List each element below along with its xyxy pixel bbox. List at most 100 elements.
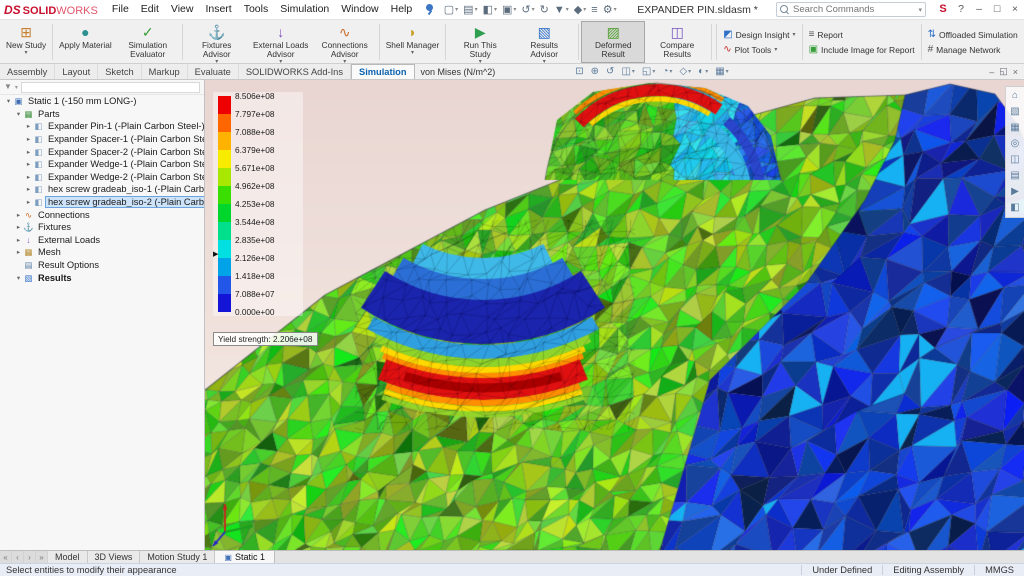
menu-insert[interactable]: Insert [199,0,237,19]
ribbon-deformed-result-button[interactable]: ▨Deformed Result [581,21,645,63]
ribbon-new-study-button[interactable]: ⊞New Study▾ [2,21,50,63]
ribbon-include-image-for-report-button[interactable]: ▣Include Image for Report [809,43,915,56]
expand-arrow-icon: ▸ [24,160,33,168]
ribbon-design-insight-button[interactable]: ◩Design Insight▾ [723,28,795,41]
tab-markup[interactable]: Markup [142,64,188,79]
tab-solidworks-add-ins[interactable]: SOLIDWORKS Add-Ins [239,64,351,79]
ribbon-shell-manager-button[interactable]: ◗Shell Manager▾ [382,21,444,63]
tree-filter-input[interactable] [21,82,200,93]
tab-scroll-end-icon[interactable]: » [36,551,48,563]
workspace-tab-motion-study-1[interactable]: Motion Study 1 [140,551,215,563]
viewport-canvas[interactable] [205,80,1024,550]
tree-item-expander-wedge-1-plain-carbon-steel[interactable]: ▸◧Expander Wedge-1 (-Plain Carbon Steel-… [0,158,204,171]
menu-tools[interactable]: Tools [238,0,275,19]
tree-item-expander-spacer-2-plain-carbon-steel[interactable]: ▸◧Expander Spacer-2 (-Plain Carbon Steel… [0,145,204,158]
tab-layout[interactable]: Layout [55,64,98,79]
menu-edit[interactable]: Edit [135,0,165,19]
file-properties-icon-button[interactable]: ≡ [589,4,600,16]
compare-view-icon[interactable]: ◧ [1010,203,1019,213]
previous-view-icon-button[interactable]: ↺ [606,66,614,77]
redo-icon-button[interactable]: ↻ [537,3,551,16]
tree-item-connections[interactable]: ▸∿Connections [0,208,204,221]
tab-simulation[interactable]: Simulation [351,64,415,79]
tree-item-fixtures[interactable]: ▸⚓Fixtures [0,221,204,234]
tab-sketch[interactable]: Sketch [98,64,141,79]
new-file-icon-button[interactable]: ▢▾ [441,3,460,16]
workspace-tab-3d-views[interactable]: 3D Views [88,551,141,563]
ribbon-connections-advisor-button[interactable]: ∿Connections Advisor▾ [313,21,377,63]
options-icon-button[interactable]: ⚙▾ [600,3,619,16]
animate-results-icon[interactable]: ▶ [1011,187,1019,197]
maximize-icon[interactable]: □ [988,0,1006,19]
tree-item-parts[interactable]: ▾▦Parts [0,108,204,121]
chart-options-icon[interactable]: ▤ [1010,171,1019,181]
ribbon-plot-tools-button[interactable]: ∿Plot Tools▾ [723,43,795,56]
tree-item-external-loads[interactable]: ▸↓External Loads [0,234,204,247]
pin-menu-icon[interactable] [423,3,436,16]
display-style-icon-button[interactable]: ◔▾ [662,66,672,77]
stress-legend[interactable]: 8.506e+087.797e+087.088e+086.379e+085.67… [213,92,303,316]
select-icon-button[interactable]: ▼▾ [551,4,571,16]
rebuild-icon-button[interactable]: ◆▾ [571,3,588,16]
tree-item-static-1-150-mm-long[interactable]: ▾▣Static 1 (-150 mm LONG-) [0,95,204,108]
help-icon[interactable]: ? [952,0,970,19]
undo-icon-button[interactable]: ↺▾ [519,3,537,16]
search-box[interactable]: ▾ [776,2,926,17]
isolate-icon[interactable]: ▧ [1010,107,1019,117]
pane-minimize-icon[interactable]: – [989,67,994,77]
tab-assembly[interactable]: Assembly [0,64,55,79]
tab-scroll-left-icon[interactable]: ‹ [12,551,24,563]
section-clipping-icon[interactable]: ◫ [1010,155,1019,165]
filter-dropdown-icon[interactable]: ▾ [15,84,18,91]
search-dropdown-icon[interactable]: ▾ [918,6,922,14]
tree-item-expander-wedge-2-plain-carbon-steel[interactable]: ▸◧Expander Wedge-2 (-Plain Carbon Steel-… [0,171,204,184]
solidworks-resources-icon[interactable]: S [934,0,952,19]
tree-item-mesh[interactable]: ▸▦Mesh [0,246,204,259]
tab-scroll-right-icon[interactable]: › [24,551,36,563]
ribbon-fixtures-advisor-button[interactable]: ⚓Fixtures Advisor▾ [185,21,249,63]
zoom-fit-icon-button[interactable]: ⊡ [575,66,583,77]
ribbon-external-loads-advisor-button[interactable]: ↓External Loads Advisor▾ [249,21,313,63]
ribbon-results-advisor-button[interactable]: ▧Results Advisor▾ [512,21,576,63]
ribbon-offloaded-simulation-button[interactable]: ⇅Offloaded Simulation [928,28,1018,41]
probe-icon[interactable]: ◎ [1011,139,1020,149]
menu-file[interactable]: File [106,0,135,19]
pane-restore-icon[interactable]: ◱ [999,66,1008,77]
menu-help[interactable]: Help [385,0,419,19]
hide-show-icon-button[interactable]: ◇▾ [679,66,691,77]
ribbon-report-button[interactable]: ≡Report [809,28,915,41]
tree-item-expander-pin-1-plain-carbon-steel[interactable]: ▸◧Expander Pin-1 (-Plain Carbon Steel-) [0,120,204,133]
menu-window[interactable]: Window [335,0,384,19]
filter-icon[interactable]: ▼ [4,83,12,91]
study-tab-static-1[interactable]: ▣ Static 1 [215,551,275,563]
ribbon-run-this-study-button[interactable]: ▶Run This Study▾ [448,21,512,63]
menu-simulation[interactable]: Simulation [274,0,335,19]
save-icon-button[interactable]: ◧▾ [480,3,499,16]
apply-scene-icon-button[interactable]: ▦▾ [715,66,728,77]
print-icon-button[interactable]: ▣▾ [500,3,519,16]
tree-item-expander-spacer-1-plain-carbon-steel[interactable]: ▸◧Expander Spacer-1 (-Plain Carbon Steel… [0,133,204,146]
ribbon-compare-results-button[interactable]: ◫Compare Results [645,21,709,63]
tree-item-hex-screw-gradeab-iso-2-plain-carbon-steel[interactable]: ▸◧hex screw gradeab_iso-2 (-Plain Carbon… [0,196,204,209]
minimize-icon[interactable]: – [970,0,988,19]
viewport-home-icon[interactable]: ⌂ [1012,91,1018,101]
tab-scroll-start-icon[interactable]: « [0,551,12,563]
open-file-icon-button[interactable]: ▤▾ [461,3,480,16]
tree-item-results[interactable]: ▾▧Results [0,271,204,284]
section-view-icon-button[interactable]: ◫▾ [621,66,634,77]
ribbon-manage-network-button[interactable]: #Manage Network [928,43,1018,56]
menu-view[interactable]: View [165,0,200,19]
search-input[interactable] [793,4,918,15]
edit-appearance-icon-button[interactable]: ◐▾ [698,66,708,77]
tab-evaluate[interactable]: Evaluate [188,64,239,79]
pane-close-icon[interactable]: × [1013,67,1018,77]
workspace-tab-model[interactable]: Model [48,551,88,563]
zoom-area-icon-button[interactable]: ⊕ [591,66,599,77]
view-orientation-icon-button[interactable]: ◱▾ [642,66,655,77]
ribbon-apply-material-button[interactable]: ●Apply Material [55,21,116,63]
tree-item-hex-screw-gradeab-iso-1-plain-carbon-steel[interactable]: ▸◧hex screw gradeab_iso-1 (-Plain Carbon… [0,183,204,196]
mesh-display-icon[interactable]: ▦ [1010,123,1019,133]
close-icon[interactable]: × [1006,0,1024,19]
ribbon-simulation-evaluator-button[interactable]: ✓Simulation Evaluator [116,21,180,63]
tree-item-result-options[interactable]: ▤Result Options [0,259,204,272]
